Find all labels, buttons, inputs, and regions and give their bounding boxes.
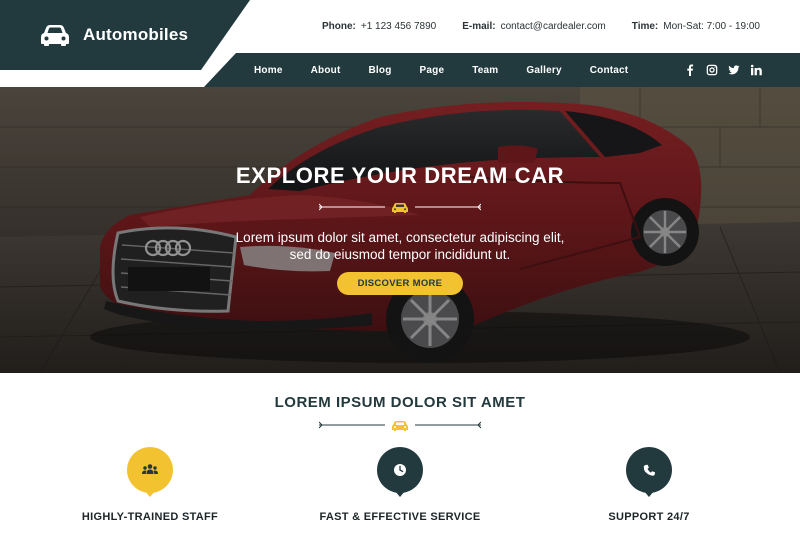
nav-links: Home About Blog Page Team Gallery Contac… <box>254 65 642 76</box>
time-value: Mon-Sat: 7:00 - 19:00 <box>663 21 760 32</box>
section-divider <box>319 421 481 431</box>
brand-name: Automobiles <box>83 25 189 44</box>
main-nav: Home About Blog Page Team Gallery Contac… <box>204 53 800 87</box>
time-label: Time: <box>631 21 659 32</box>
hero-text-line-1: Lorem ipsum dolor sit amet, consectetur … <box>235 230 565 245</box>
phone-value[interactable]: +1 123 456 7890 <box>361 21 436 32</box>
time-info: Time: Mon-Sat: 7:00 - 19:00 <box>632 21 760 32</box>
linkedin-icon[interactable] <box>750 63 762 76</box>
feature-title-support: SUPPORT 24/7 <box>608 511 690 523</box>
phone-info: Phone: +1 123 456 7890 <box>322 21 436 32</box>
instagram-icon[interactable] <box>706 63 718 76</box>
nav-link-blog[interactable]: Blog <box>354 65 405 76</box>
feature-service: FAST & EFFECTIVE SERVICE <box>300 447 500 523</box>
clock-icon <box>394 464 406 476</box>
feature-title-service: FAST & EFFECTIVE SERVICE <box>319 511 481 523</box>
nav-link-team[interactable]: Team <box>458 65 512 76</box>
email-label: E-mail: <box>462 21 496 32</box>
car-icon <box>392 203 408 213</box>
feature-pin-support <box>626 447 672 497</box>
hero-title: EXPLORE YOUR DREAM CAR <box>235 163 565 188</box>
nav-link-contact[interactable]: Contact <box>576 65 643 76</box>
email-value[interactable]: contact@cardealer.com <box>501 21 606 32</box>
contact-bar: Phone: +1 123 456 7890 E-mail: contact@car… <box>322 0 760 53</box>
hero-description: Lorem ipsum dolor sit amet, consectetur … <box>0 229 800 263</box>
logo-block[interactable]: Automobiles <box>0 0 250 70</box>
car-icon <box>392 421 408 431</box>
email-info: E-mail: contact@cardealer.com <box>462 21 606 32</box>
section-title: LOREM IPSUM DOLOR SIT AMET <box>274 394 526 411</box>
nav-link-about[interactable]: About <box>297 65 355 76</box>
feature-pin-service <box>377 447 423 497</box>
hero-divider <box>319 203 481 213</box>
feature-pin-staff <box>127 447 173 497</box>
social-links <box>684 63 762 76</box>
discover-more-button[interactable]: DISCOVER MORE <box>337 272 463 295</box>
hero-banner: EXPLORE YOUR DREAM CAR Lorem ipsum dolor… <box>0 87 800 373</box>
hero-text-line-2: sed do eiusmod tempor incididunt ut. <box>289 247 511 262</box>
nav-link-home[interactable]: Home <box>254 65 297 76</box>
feature-support: SUPPORT 24/7 <box>549 447 749 523</box>
car-icon <box>41 25 69 46</box>
hero-content: EXPLORE YOUR DREAM CAR Lorem ipsum dolor… <box>0 87 800 373</box>
phone-label: Phone: <box>321 21 356 32</box>
nav-link-gallery[interactable]: Gallery <box>512 65 575 76</box>
feature-title-staff: HIGHLY-TRAINED STAFF <box>81 511 219 523</box>
feature-staff: HIGHLY-TRAINED STAFF <box>50 447 250 523</box>
nav-link-page[interactable]: Page <box>406 65 459 76</box>
twitter-icon[interactable] <box>728 63 740 76</box>
facebook-icon[interactable] <box>684 63 696 76</box>
